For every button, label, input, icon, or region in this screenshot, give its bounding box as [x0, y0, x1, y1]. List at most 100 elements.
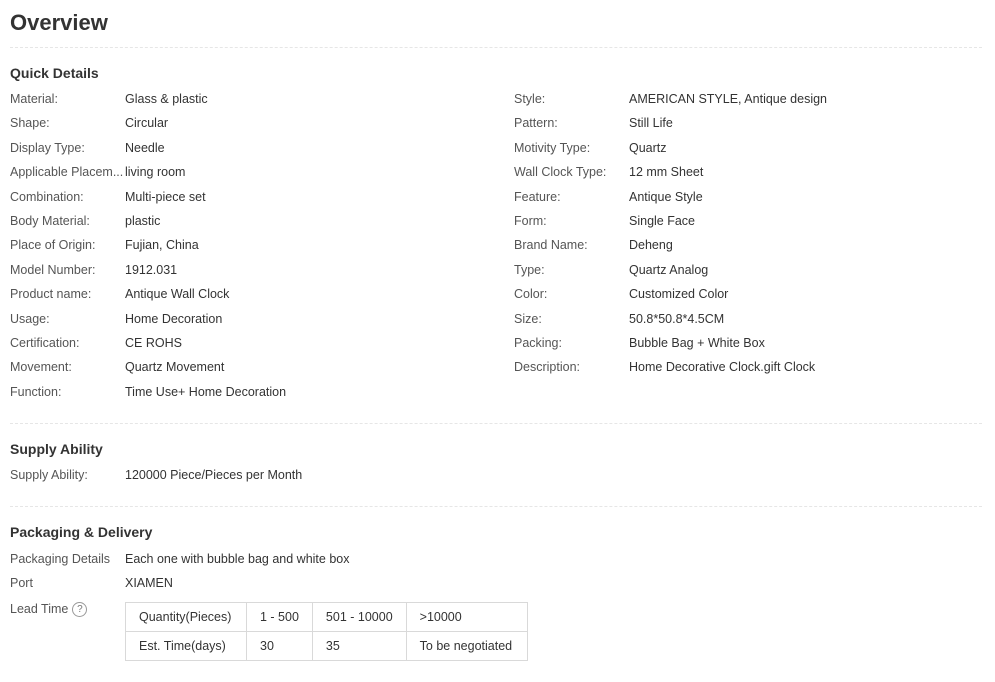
table-cell: 35 — [311, 631, 407, 661]
attribute-label: Motivity Type: — [514, 140, 591, 155]
attribute-row: Description: Home Decorative Clock.gift C… — [514, 355, 982, 379]
divider — [10, 47, 982, 48]
lead-time-table: Quantity(Pieces) 1 - 500 501 - 10000 >10000… — [125, 602, 528, 661]
attribute-row: Shape: Circular — [10, 111, 514, 135]
section-title-quick-details: Quick Details — [10, 65, 99, 81]
attribute-label: Body Material: — [10, 213, 90, 228]
attribute-label: Feature: — [514, 189, 561, 204]
section-title-supply-ability: Supply Ability — [10, 441, 103, 457]
page-title: Overview — [10, 10, 108, 35]
attribute-label: Form: — [514, 213, 547, 228]
attribute-label: Brand Name: — [514, 238, 588, 253]
attribute-value: Quartz Movement — [125, 360, 225, 375]
attribute-value: Multi-piece set — [125, 189, 206, 204]
attribute-label: Combination: — [10, 189, 84, 204]
attribute-value: 12 mm Sheet — [629, 165, 704, 180]
attribute-row: Pattern: Still Life — [514, 111, 982, 135]
attribute-label: Lead Time — [10, 602, 69, 616]
attribute-value: Glass & plastic — [125, 92, 208, 106]
attribute-value: Home Decoration — [125, 311, 223, 326]
attribute-row: Color: Customized Color — [514, 282, 982, 306]
table-cell: To be negotiated — [405, 631, 528, 661]
attribute-value: CE ROHS — [125, 335, 182, 350]
attribute-row: Display Type: Needle — [10, 136, 514, 160]
attribute-row: Combination: Multi-piece set — [10, 185, 514, 209]
attribute-row: Applicable Placem... living room — [10, 160, 514, 184]
attribute-value: Bubble Bag + White Box — [629, 335, 765, 350]
lead-time-label-wrap: Lead Time ? — [10, 597, 125, 621]
attribute-row: Model Number: 1912.031 — [10, 258, 514, 282]
attribute-row: Form: Single Face — [514, 209, 982, 233]
table-cell: >10000 — [405, 602, 528, 632]
attribute-value: Needle — [125, 140, 165, 155]
attribute-label: Material: — [10, 92, 58, 106]
supply-ability-row: Supply Ability: 120000 Piece/Pieces per … — [10, 463, 302, 487]
product-overview: Overview Quick Details Material: Glass & … — [10, 0, 982, 661]
attribute-label: Supply Ability: — [10, 468, 88, 482]
attribute-label: Applicable Placem... — [10, 165, 124, 180]
attribute-label: Type: — [514, 262, 545, 277]
attribute-row: Movement: Quartz Movement — [10, 355, 514, 379]
attribute-row: Wall Clock Type: 12 mm Sheet — [514, 160, 982, 184]
attribute-value: Antique Wall Clock — [125, 287, 230, 302]
attribute-label: Function: — [10, 384, 62, 399]
table-row: Est. Time(days) 30 35 To be negotiated — [125, 631, 528, 661]
attribute-label: Wall Clock Type: — [514, 165, 607, 180]
lead-time-row: Lead Time ? Quantity(Pieces) 1 - 500 501 -… — [10, 597, 528, 661]
attribute-value: AMERICAN STYLE, Antique design — [629, 92, 828, 106]
attribute-value: Home Decorative Clock.gift Clock — [629, 360, 816, 375]
table-cell: 501 - 10000 — [311, 602, 407, 632]
quick-details-right-column: Style: AMERICAN STYLE, Antique design Patt… — [514, 87, 982, 404]
attribute-row: Feature: Antique Style — [514, 185, 982, 209]
attribute-value: Circular — [125, 116, 169, 131]
table-cell: Quantity(Pieces) — [125, 602, 247, 632]
attribute-value: Single Face — [629, 213, 696, 228]
attribute-label: Pattern: — [514, 116, 558, 131]
table-cell: 30 — [246, 631, 313, 661]
divider — [10, 506, 982, 507]
attribute-row: Motivity Type: Quartz — [514, 136, 982, 160]
attribute-label: Movement: — [10, 360, 72, 375]
divider — [10, 423, 982, 424]
packaging-delivery-rows: Packaging Details Each one with bubble b… — [10, 547, 349, 596]
packaging-details-row: Packaging Details Each one with bubble b… — [10, 547, 349, 571]
attribute-row: Type: Quartz Analog — [514, 258, 982, 282]
attribute-row: Style: AMERICAN STYLE, Antique design — [514, 87, 982, 111]
attribute-row: Place of Origin: Fujian, China — [10, 233, 514, 257]
attribute-value: 50.8*50.8*4.5CM — [629, 311, 725, 326]
attribute-value: 1912.031 — [125, 262, 178, 277]
attribute-label: Size: — [514, 311, 542, 326]
attribute-value: plastic — [125, 213, 161, 228]
attribute-label: Port — [10, 576, 33, 591]
attribute-label: Color: — [514, 287, 548, 302]
section-title-packaging-delivery: Packaging & Delivery — [10, 524, 153, 540]
attribute-label: Usage: — [10, 311, 50, 326]
attribute-row: Body Material: plastic — [10, 209, 514, 233]
attribute-value: Customized Color — [629, 287, 729, 302]
attribute-row: Product name: Antique Wall Clock — [10, 282, 514, 306]
attribute-value: Each one with bubble bag and white box — [125, 552, 350, 566]
question-circle-icon[interactable]: ? — [72, 601, 88, 617]
attribute-row: Function: Time Use+ Home Decoration — [10, 380, 514, 404]
attribute-row: Material: Glass & plastic — [10, 87, 514, 111]
attribute-row: Packing: Bubble Bag + White Box — [514, 331, 982, 355]
attribute-label: Packing: — [514, 335, 562, 350]
table-cell: Est. Time(days) — [125, 631, 247, 661]
attribute-label: Packaging Details — [10, 552, 111, 566]
attribute-label: Certification: — [10, 335, 80, 350]
table-row: Quantity(Pieces) 1 - 500 501 - 10000 >10000 — [125, 602, 528, 632]
attribute-label: Place of Origin: — [10, 238, 96, 253]
attribute-value: living room — [125, 165, 186, 180]
attribute-row: Certification: CE ROHS — [10, 331, 514, 355]
attribute-value: Fujian, China — [125, 238, 199, 253]
attribute-label: Product name: — [10, 287, 92, 302]
attribute-value: 120000 Piece/Pieces per Month — [125, 468, 303, 482]
attribute-label: Model Number: — [10, 262, 96, 277]
attribute-value: Quartz Analog — [629, 262, 709, 277]
attribute-row: Size: 50.8*50.8*4.5CM — [514, 307, 982, 331]
attribute-label: Style: — [514, 92, 546, 106]
quick-details-grid: Material: Glass & plastic Shape: Circular Di… — [10, 87, 982, 404]
attribute-value: Still Life — [629, 116, 673, 131]
attribute-value: Time Use+ Home Decoration — [125, 384, 287, 399]
table-cell: 1 - 500 — [246, 602, 313, 632]
